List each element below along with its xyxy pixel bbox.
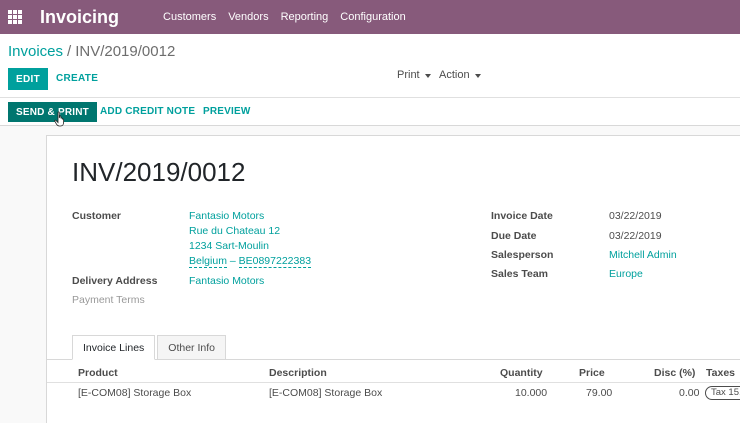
customer-address-line2: 1234 Sart-Moulin (189, 240, 269, 252)
status-bar: SEND & PRINT ADD CREDIT NOTE PREVIEW (0, 98, 740, 126)
customer-name-link[interactable]: Fantasio Motors (189, 210, 264, 222)
address-separator: – (229, 255, 236, 267)
invoice-date-value: 03/22/2019 (609, 210, 662, 222)
breadcrumb-current: INV/2019/0012 (75, 43, 176, 60)
print-dropdown-label: Print (397, 69, 420, 81)
hand-cursor-icon (54, 111, 64, 127)
menu-vendors[interactable]: Vendors (228, 11, 268, 23)
caret-down-icon (424, 73, 431, 78)
action-dropdown-label: Action (439, 69, 470, 81)
menu-configuration[interactable]: Configuration (340, 11, 405, 23)
preview-button[interactable]: PREVIEW (203, 106, 251, 117)
send-print-button[interactable]: SEND & PRINT (8, 102, 97, 122)
salesperson-label: Salesperson (491, 249, 554, 261)
tab-other-info[interactable]: Other Info (157, 335, 226, 360)
edit-button[interactable]: EDIT (8, 68, 48, 90)
create-button[interactable]: CREATE (56, 73, 98, 84)
delivery-address-link[interactable]: Fantasio Motors (189, 275, 264, 287)
salesperson-link[interactable]: Mitchell Admin (609, 249, 677, 261)
customer-address-line3: Belgium – BE0897222383 (189, 255, 312, 268)
customer-country: Belgium (189, 255, 227, 268)
app-menu-grid-icon[interactable] (8, 10, 22, 24)
menu-customers[interactable]: Customers (163, 11, 216, 23)
breadcrumb-separator: / (67, 43, 72, 60)
column-header-taxes[interactable]: Taxes (706, 367, 735, 379)
table-row-description[interactable]: [E-COM08] Storage Box (269, 387, 382, 399)
delivery-address-label: Delivery Address (72, 275, 158, 287)
tax-badge[interactable]: Tax 15. (705, 386, 740, 400)
customer-address-line1: Rue du Chateau 12 (189, 225, 281, 237)
sales-team-link[interactable]: Europe (609, 268, 643, 280)
caret-down-icon (474, 73, 481, 78)
due-date-value: 03/22/2019 (609, 230, 662, 242)
top-navbar: Invoicing Customers Vendors Reporting Co… (0, 0, 740, 34)
sales-team-label: Sales Team (491, 268, 549, 280)
customer-vat: BE0897222383 (238, 255, 312, 268)
customer-label: Customer (72, 210, 122, 222)
invoice-sheet: INV/2019/0012 Customer Fantasio Motors R… (46, 135, 740, 423)
notebook-tabs: Invoice Lines Other Info (72, 335, 228, 360)
column-header-discount[interactable]: Disc (%) (654, 367, 695, 379)
payment-terms-label: Payment Terms (72, 294, 145, 306)
invoice-title: INV/2019/0012 (72, 157, 246, 187)
table-row-quantity[interactable]: 10.000 (515, 387, 547, 399)
column-header-quantity[interactable]: Quantity (500, 367, 543, 379)
table-row-price[interactable]: 79.00 (586, 387, 612, 399)
app-brand[interactable]: Invoicing (40, 7, 119, 28)
table-header-separator (47, 382, 740, 383)
invoice-date-label: Invoice Date (491, 210, 553, 222)
column-header-price[interactable]: Price (579, 367, 605, 379)
control-panel: Invoices / INV/2019/0012 EDIT CREATE Print… (0, 34, 740, 98)
menu-reporting[interactable]: Reporting (281, 11, 329, 23)
print-dropdown[interactable]: Print (397, 69, 431, 81)
add-credit-note-button[interactable]: ADD CREDIT NOTE (100, 106, 195, 117)
action-dropdown[interactable]: Action (439, 69, 481, 81)
table-row-discount[interactable]: 0.00 (679, 387, 699, 399)
column-header-description[interactable]: Description (269, 367, 327, 379)
column-header-product[interactable]: Product (78, 367, 118, 379)
tab-invoice-lines[interactable]: Invoice Lines (72, 335, 156, 360)
breadcrumb-invoices-link[interactable]: Invoices (8, 43, 63, 60)
breadcrumb: Invoices / INV/2019/0012 (8, 43, 175, 60)
table-row-product[interactable]: [E-COM08] Storage Box (78, 387, 191, 399)
due-date-label: Due Date (491, 230, 537, 242)
